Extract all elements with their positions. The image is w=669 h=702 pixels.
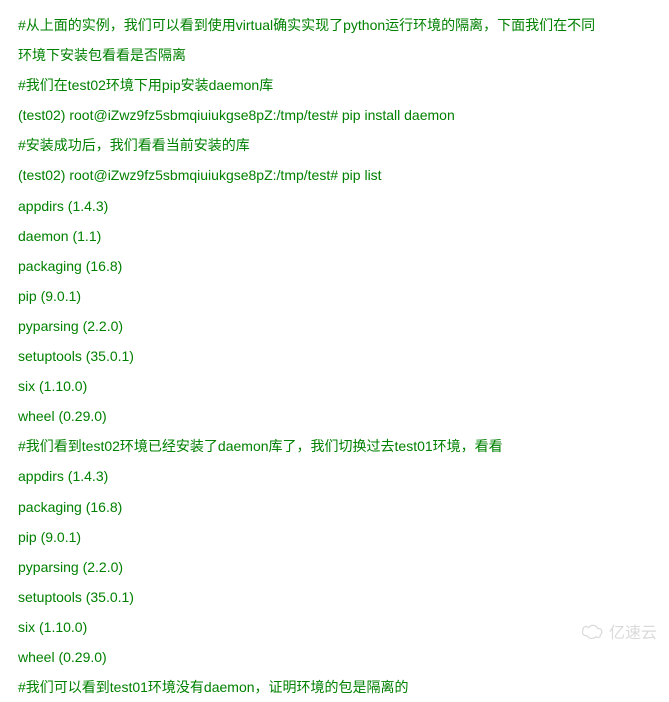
code-line: (test02) root@iZwz9fz5sbmqiuiukgse8pZ:/t… (18, 160, 651, 190)
code-line: setuptools (35.0.1) (18, 582, 651, 612)
code-line: daemon (1.1) (18, 221, 651, 251)
code-line: (test02) root@iZwz9fz5sbmqiuiukgse8pZ:/t… (18, 100, 651, 130)
code-line: six (1.10.0) (18, 612, 651, 642)
code-line: #我们在test02环境下用pip安装daemon库 (18, 70, 651, 100)
code-line: pyparsing (2.2.0) (18, 552, 651, 582)
code-line: pip (9.0.1) (18, 281, 651, 311)
code-line: pip (9.0.1) (18, 522, 651, 552)
code-line: six (1.10.0) (18, 371, 651, 401)
code-line: wheel (0.29.0) (18, 642, 651, 672)
code-line: appdirs (1.4.3) (18, 461, 651, 491)
code-line: packaging (16.8) (18, 251, 651, 281)
code-line: #我们可以看到test01环境没有daemon，证明环境的包是隔离的 (18, 672, 651, 702)
code-line: 环境下安装包看看是否隔离 (18, 40, 651, 70)
code-line: setuptools (35.0.1) (18, 341, 651, 371)
code-line: appdirs (1.4.3) (18, 191, 651, 221)
code-line: #从上面的实例，我们可以看到使用virtual确实实现了python运行环境的隔… (18, 10, 651, 40)
code-line: #我们看到test02环境已经安装了daemon库了，我们切换过去test01环… (18, 431, 651, 461)
code-line: packaging (16.8) (18, 492, 651, 522)
code-line: wheel (0.29.0) (18, 401, 651, 431)
code-line: pyparsing (2.2.0) (18, 311, 651, 341)
code-block: #从上面的实例，我们可以看到使用virtual确实实现了python运行环境的隔… (18, 10, 651, 702)
code-line: #安装成功后，我们看看当前安装的库 (18, 130, 651, 160)
